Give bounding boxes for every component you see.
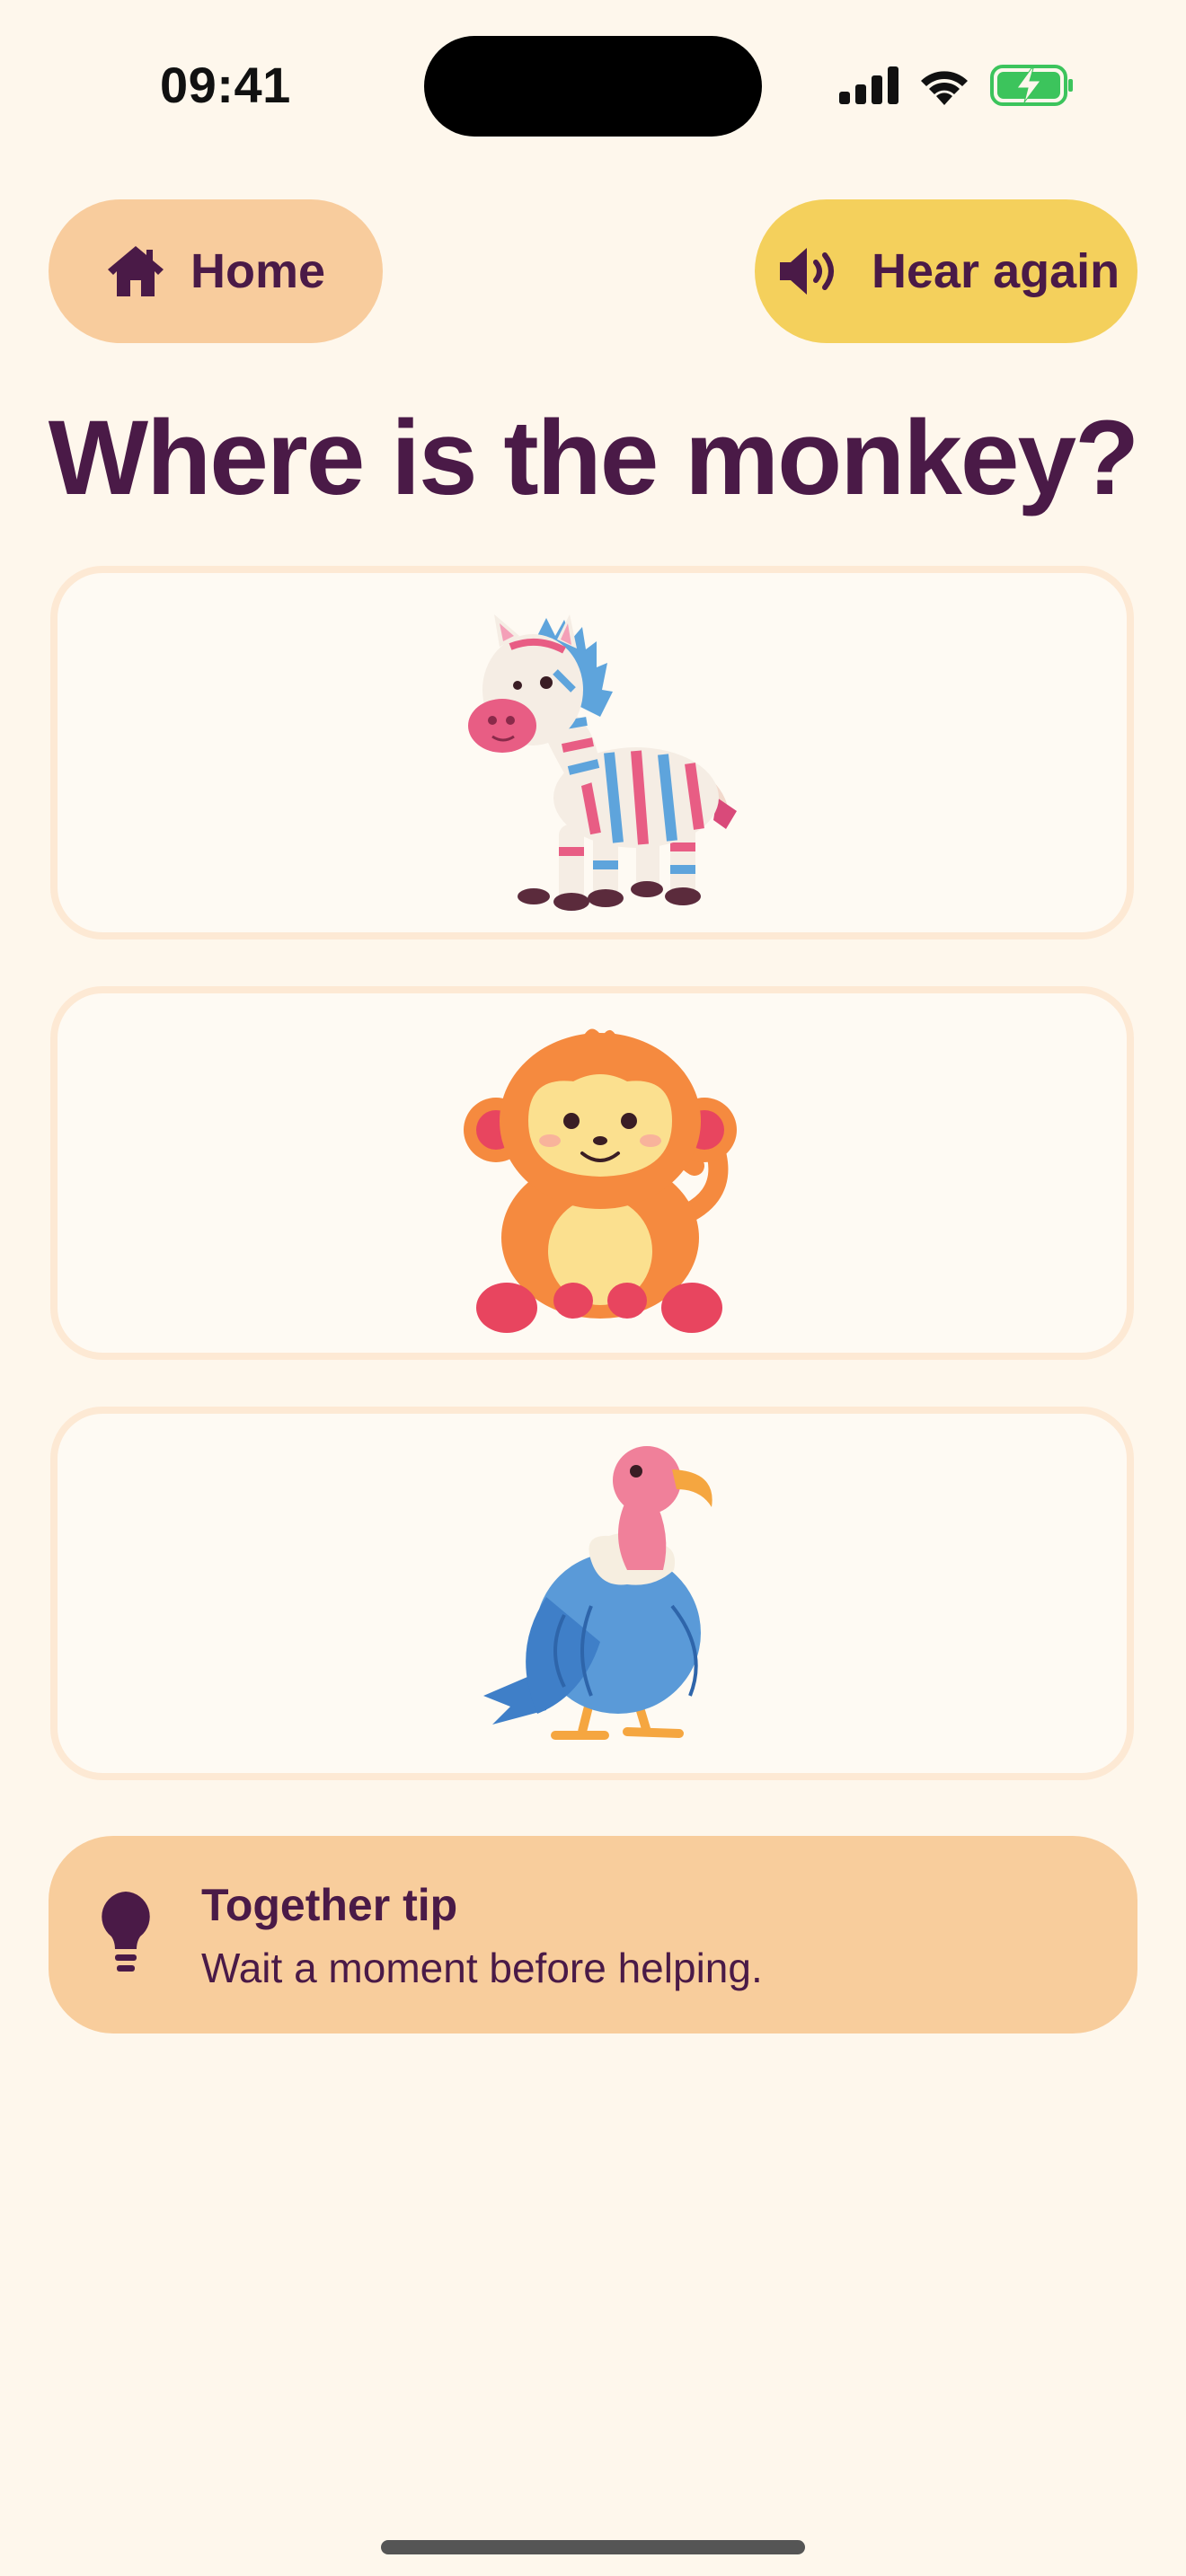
hear-again-button[interactable]: Hear again [755, 199, 1137, 343]
choice-card-zebra[interactable] [50, 566, 1134, 940]
question-title: Where is the monkey? [48, 399, 1139, 517]
hear-again-label: Hear again [872, 244, 1120, 298]
signal-icon [839, 66, 898, 104]
dynamic-island [424, 36, 762, 137]
wifi-icon [921, 71, 968, 105]
status-time: 09:41 [160, 57, 291, 113]
zebra-image [468, 614, 737, 911]
monkey-image [464, 1028, 737, 1333]
tip-title: Together tip [201, 1880, 458, 1930]
together-tip-box: Together tip Wait a moment before helpin… [49, 1836, 1137, 2033]
battery-charging-icon [990, 65, 1073, 106]
status-icons [839, 63, 1075, 108]
home-indicator[interactable] [381, 2540, 805, 2554]
home-button[interactable]: Home [49, 199, 383, 343]
home-button-label: Home [190, 244, 326, 298]
choice-card-vulture[interactable] [50, 1407, 1134, 1780]
tip-text: Wait a moment before helping. [201, 1945, 763, 1991]
vulture-image [483, 1446, 712, 1740]
choice-card-monkey[interactable] [50, 986, 1134, 1360]
home-icon [108, 246, 164, 296]
lightbulb-icon [102, 1892, 150, 1972]
speaker-icon [780, 248, 834, 295]
